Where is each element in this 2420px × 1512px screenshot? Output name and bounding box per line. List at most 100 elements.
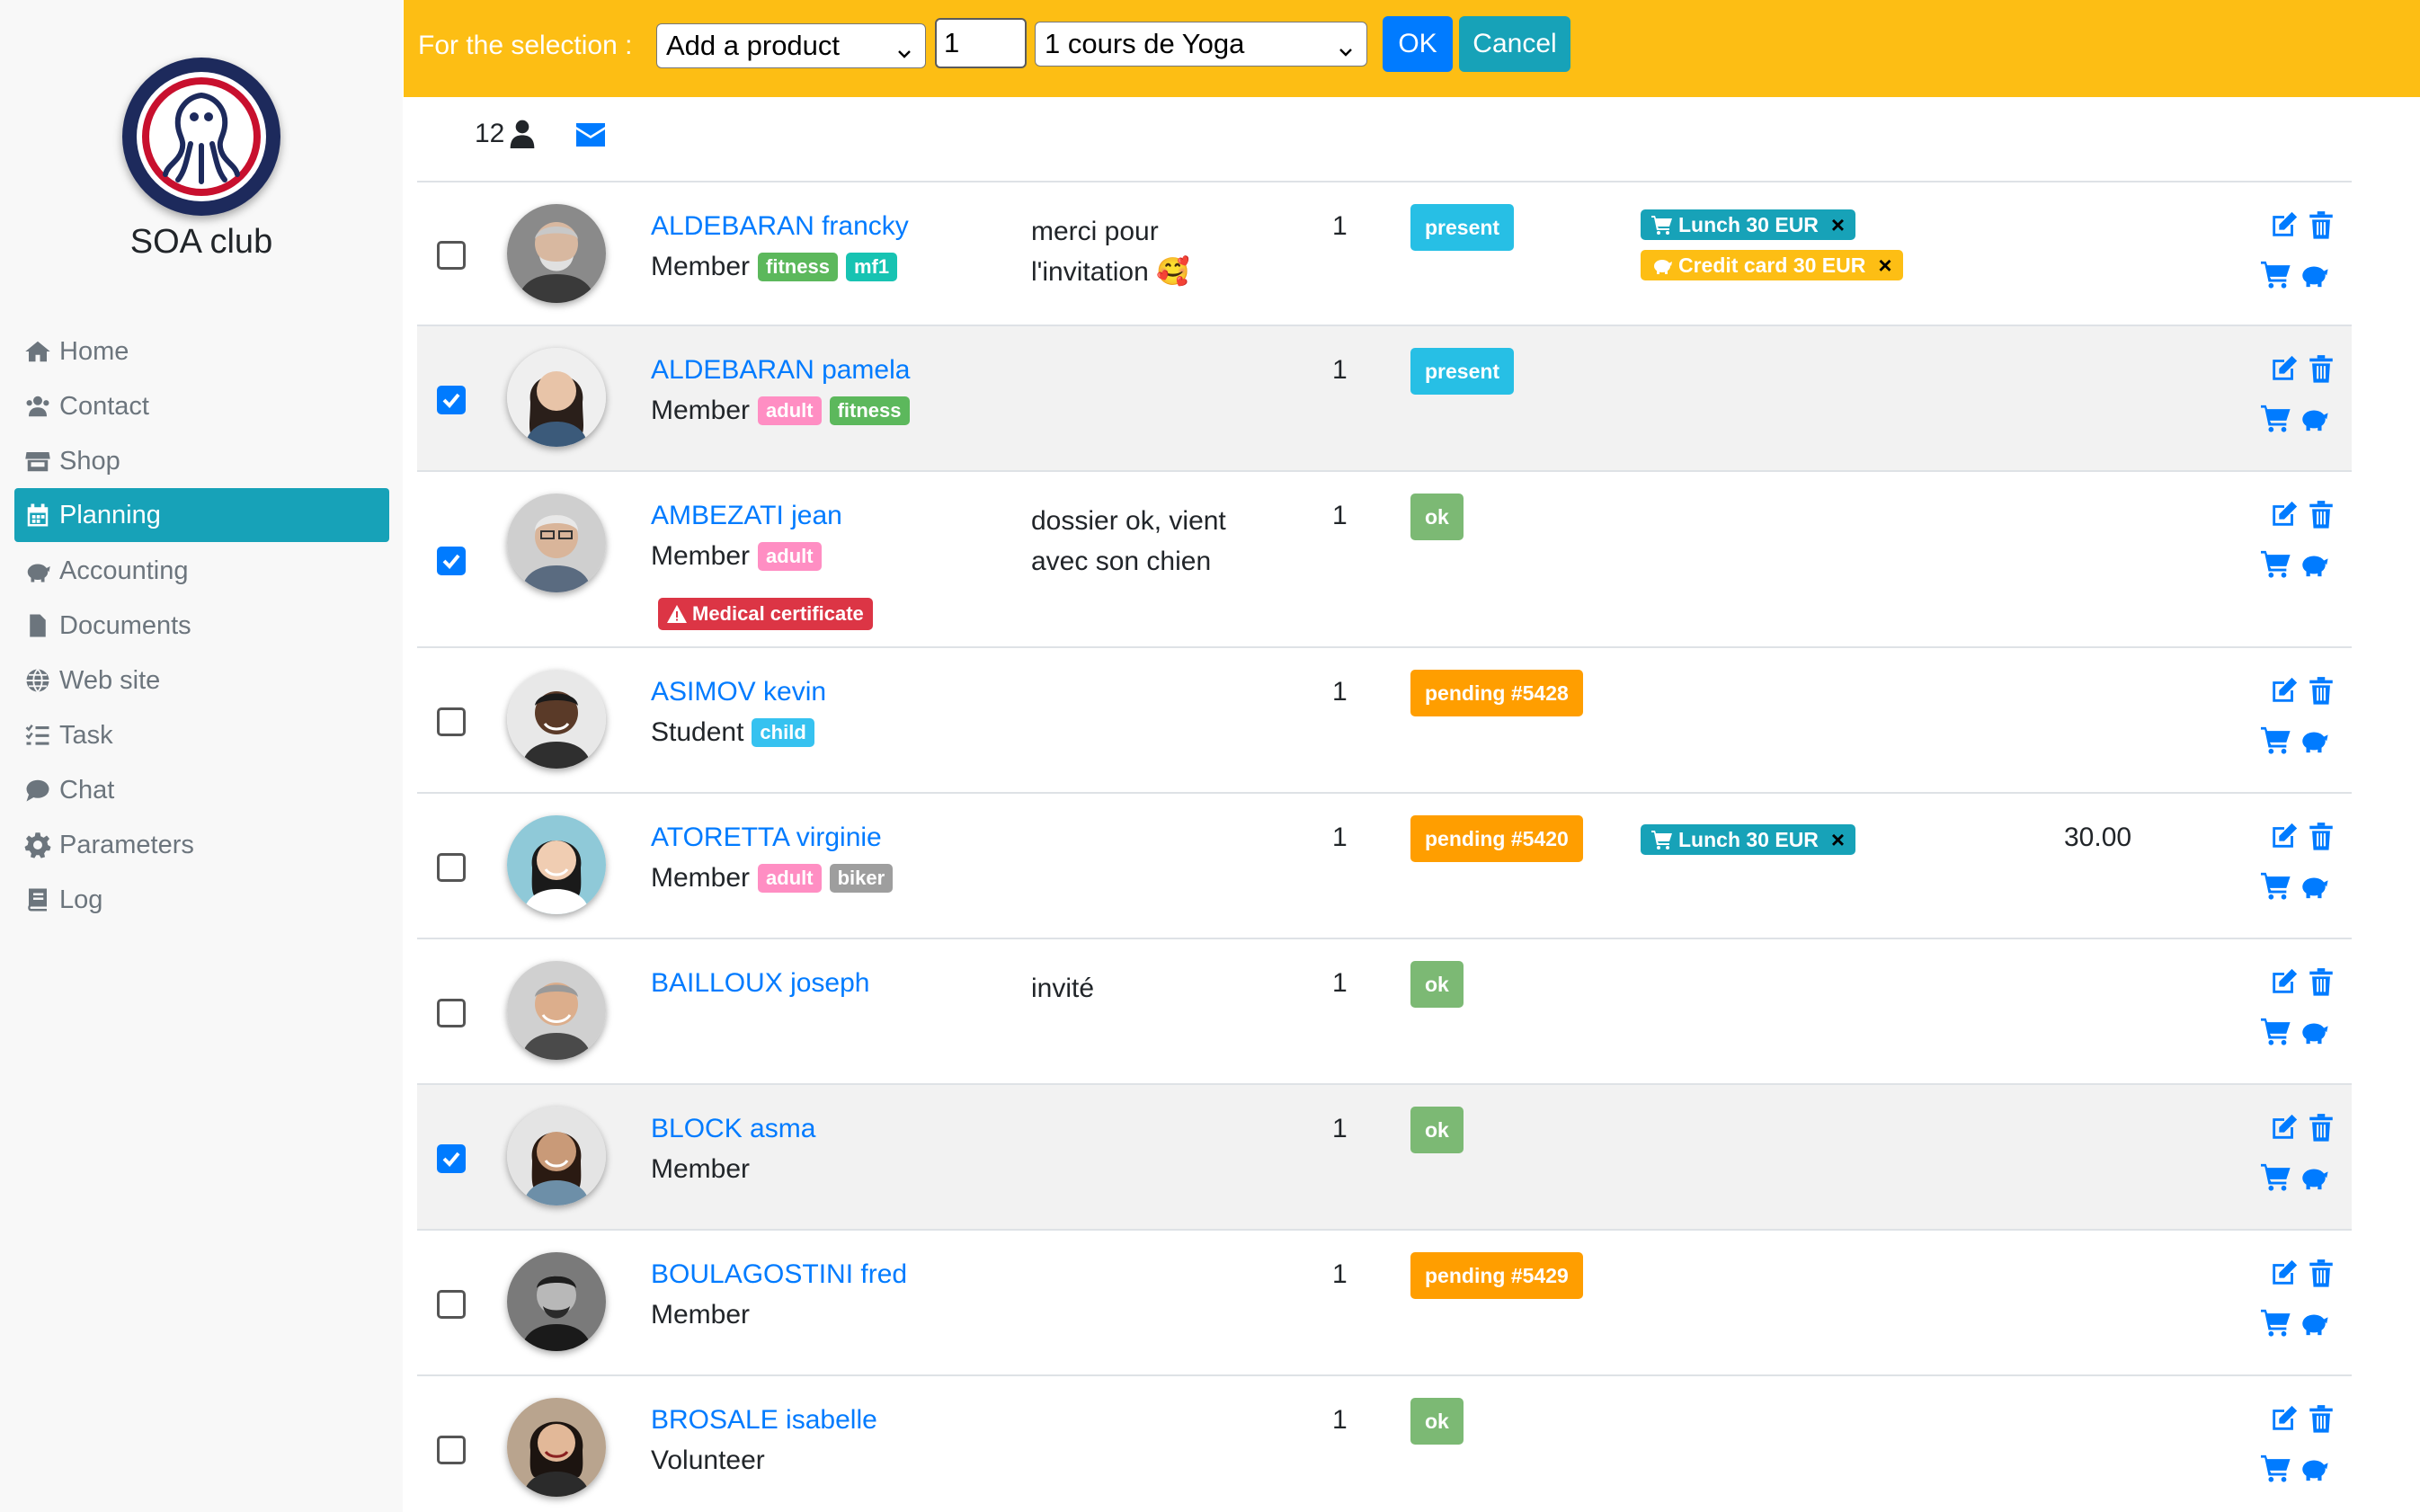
row-checkbox[interactable] (437, 1144, 466, 1173)
sidebar-item-label: Planning (59, 500, 161, 529)
sidebar-item-contact[interactable]: Contact (14, 379, 389, 433)
product-select[interactable]: 1 cours de Yoga (1035, 22, 1367, 67)
role-label: Member (651, 1154, 751, 1184)
remove-product-icon[interactable]: × (1831, 826, 1845, 854)
edit-icon[interactable] (2269, 1258, 2300, 1288)
participant-name[interactable]: ALDEBARAN francky (651, 211, 909, 242)
edit-icon[interactable] (2269, 1403, 2300, 1434)
participant-name[interactable]: ASIMOV kevin (651, 677, 826, 707)
piggy-bank-icon[interactable] (2299, 1016, 2329, 1046)
row-checkbox[interactable] (437, 1290, 466, 1319)
participant-quantity: 1 (1332, 501, 1348, 530)
avatar (507, 815, 606, 914)
status-badge[interactable]: ok (1410, 494, 1464, 540)
row-checkbox[interactable] (437, 853, 466, 882)
edit-icon[interactable] (2269, 353, 2300, 384)
avatar (507, 348, 606, 447)
trash-icon[interactable] (2306, 1258, 2336, 1288)
sidebar-item-documents[interactable]: Documents (14, 599, 389, 653)
status-badge[interactable]: present (1410, 204, 1515, 251)
participant-role: Member (651, 1154, 750, 1185)
quantity-input[interactable]: 1 (935, 18, 1027, 68)
trash-icon[interactable] (2306, 209, 2336, 240)
cart-icon[interactable] (2261, 259, 2291, 289)
trash-icon[interactable] (2306, 499, 2336, 529)
participant-name[interactable]: BAILLOUX joseph (651, 968, 869, 999)
row-checkbox[interactable] (437, 1436, 466, 1464)
status-badge[interactable]: ok (1410, 1107, 1464, 1153)
trash-icon[interactable] (2306, 1403, 2336, 1434)
cart-icon[interactable] (2261, 403, 2291, 433)
piggy-bank-icon[interactable] (2299, 1161, 2329, 1192)
edit-icon[interactable] (2269, 1112, 2300, 1143)
status-badge[interactable]: present (1410, 348, 1515, 395)
check-icon (442, 393, 460, 408)
selection-label: For the selection : (418, 31, 633, 60)
avatar (507, 1107, 606, 1205)
participant-name[interactable]: AMBEZATI jean (651, 501, 842, 531)
sidebar-item-log[interactable]: Log (14, 873, 389, 927)
table-row: ALDEBARAN francky Member fitness mf1 mer… (417, 182, 2352, 326)
sidebar-item-chat[interactable]: Chat (14, 763, 389, 817)
status-badge[interactable]: ok (1410, 1398, 1464, 1445)
row-checkbox[interactable] (437, 999, 466, 1027)
status-badge[interactable]: ok (1410, 961, 1464, 1008)
cart-icon[interactable] (2261, 1453, 2291, 1483)
cart-icon[interactable] (2261, 1016, 2291, 1046)
trash-icon[interactable] (2306, 966, 2336, 997)
participant-name[interactable]: BLOCK asma (651, 1114, 815, 1144)
remove-product-icon[interactable]: × (1878, 252, 1891, 280)
action-select[interactable]: Add a product (656, 23, 926, 68)
status-badge[interactable]: pending #5420 (1410, 815, 1583, 862)
cart-icon[interactable] (2261, 870, 2291, 901)
action-select-value: Add a product (666, 30, 841, 61)
table-row: BOULAGOSTINI fred Member 1 pending #5429 (417, 1231, 2352, 1376)
piggy-bank-icon[interactable] (2299, 725, 2329, 755)
status-badge[interactable]: pending #5428 (1410, 670, 1583, 716)
edit-icon[interactable] (2269, 675, 2300, 706)
trash-icon[interactable] (2306, 353, 2336, 384)
participant-name[interactable]: ALDEBARAN pamela (651, 355, 910, 386)
row-checkbox[interactable] (437, 707, 466, 736)
cart-icon (1651, 831, 1672, 849)
row-checkbox[interactable] (437, 547, 466, 575)
edit-icon[interactable] (2269, 499, 2300, 529)
sidebar-item-accounting[interactable]: Accounting (14, 544, 389, 598)
piggy-bank-icon[interactable] (2299, 259, 2329, 289)
row-checkbox[interactable] (437, 386, 466, 414)
sidebar-item-home[interactable]: Home (14, 325, 389, 378)
calendar-icon (22, 499, 54, 531)
cart-icon[interactable] (2261, 548, 2291, 579)
edit-icon[interactable] (2269, 209, 2300, 240)
trash-icon[interactable] (2306, 821, 2336, 851)
remove-product-icon[interactable]: × (1831, 211, 1845, 239)
piggy-bank-icon[interactable] (2299, 870, 2329, 901)
sidebar-item-label: Accounting (59, 556, 189, 585)
status-badge[interactable]: pending #5429 (1410, 1252, 1583, 1299)
cancel-button[interactable]: Cancel (1459, 16, 1570, 72)
participant-name[interactable]: BOULAGOSTINI fred (651, 1259, 907, 1290)
sidebar-item-parameters[interactable]: Parameters (14, 818, 389, 872)
edit-icon[interactable] (2269, 821, 2300, 851)
cart-icon[interactable] (2261, 1307, 2291, 1338)
piggy-bank-icon[interactable] (2299, 548, 2329, 579)
participant-name[interactable]: BROSALE isabelle (651, 1405, 877, 1436)
piggy-bank-icon[interactable] (2299, 1307, 2329, 1338)
envelope-icon[interactable] (576, 123, 605, 147)
piggy-bank-icon[interactable] (2299, 1453, 2329, 1483)
ok-button[interactable]: OK (1383, 16, 1453, 72)
participant-name[interactable]: ATORETTA virginie (651, 823, 882, 853)
cart-icon[interactable] (2261, 725, 2291, 755)
edit-icon[interactable] (2269, 966, 2300, 997)
sidebar-item-shop[interactable]: Shop (14, 434, 389, 488)
participant-role: Student child (651, 717, 814, 748)
row-checkbox[interactable] (437, 241, 466, 270)
cart-icon[interactable] (2261, 1161, 2291, 1192)
sidebar-item-planning[interactable]: Planning (14, 488, 389, 542)
sidebar-item-web-site[interactable]: Web site (14, 654, 389, 707)
sidebar-item-task[interactable]: Task (14, 708, 389, 762)
participant-role: Member adult fitness (651, 396, 910, 426)
piggy-bank-icon[interactable] (2299, 403, 2329, 433)
trash-icon[interactable] (2306, 1112, 2336, 1143)
trash-icon[interactable] (2306, 675, 2336, 706)
